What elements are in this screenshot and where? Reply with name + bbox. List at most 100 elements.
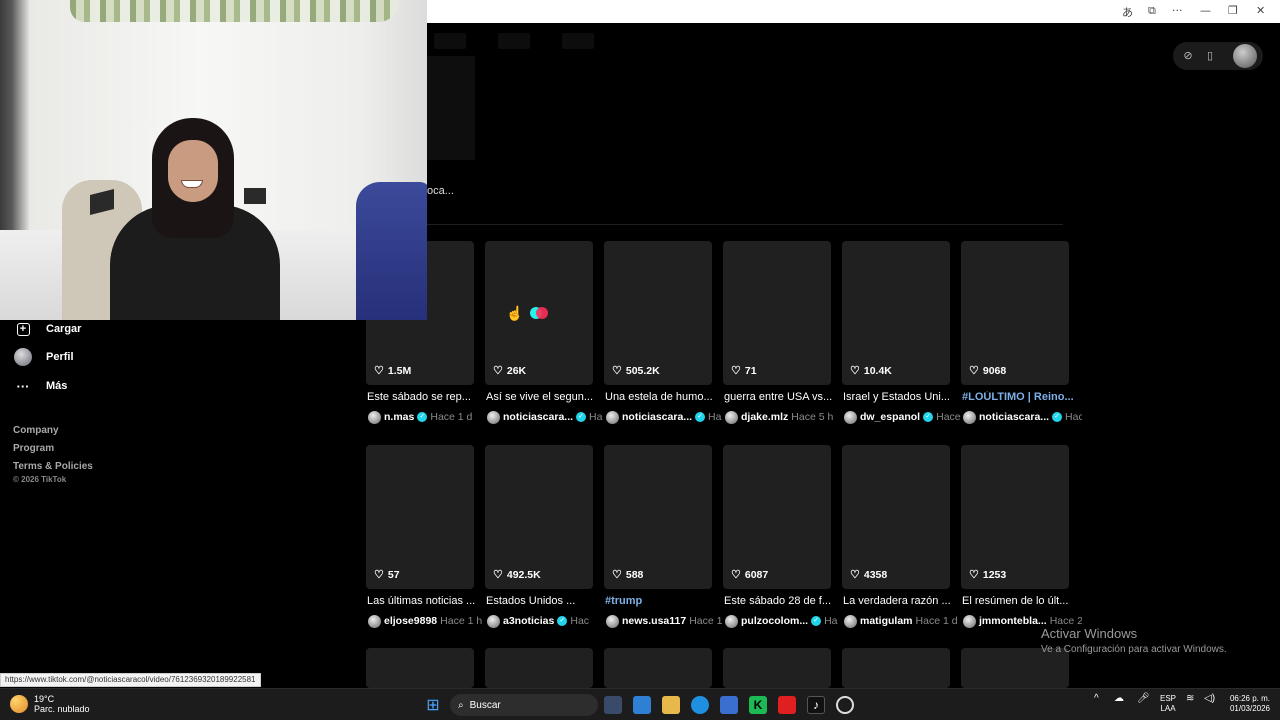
upload-icon: + xyxy=(14,320,32,338)
task-view-icon[interactable] xyxy=(604,696,622,714)
edge-browser-icon[interactable] xyxy=(691,696,709,714)
widgets-icon[interactable] xyxy=(633,696,651,714)
split-screen-icon[interactable]: ⧉ xyxy=(1148,4,1156,18)
maximize-button[interactable]: ❐ xyxy=(1228,4,1238,17)
video-description[interactable]: Una estela de humo... xyxy=(605,391,723,403)
minimize-button[interactable]: — xyxy=(1200,4,1211,17)
file-explorer-icon[interactable] xyxy=(662,696,680,714)
author-avatar xyxy=(844,614,857,628)
video-description[interactable]: La verdadera razón ... xyxy=(843,595,961,607)
verified-badge-icon: ✓ xyxy=(417,412,428,422)
video-likes: ♡ 1.5M xyxy=(374,364,411,378)
video-card[interactable]: ♡ 505.2K xyxy=(604,241,712,385)
video-author[interactable]: a3noticias ✓ Hac xyxy=(487,613,606,629)
likes-count: 10.4K xyxy=(863,364,892,377)
video-card[interactable]: ♡ 9068 xyxy=(961,241,1069,385)
video-card[interactable] xyxy=(485,648,593,688)
video-author[interactable]: noticiascara...✓Hace 1 h xyxy=(963,409,1082,425)
video-card[interactable] xyxy=(842,648,950,688)
verified-badge-icon: ✓ xyxy=(1052,412,1063,422)
post-time: Hace 5 h xyxy=(791,411,834,423)
video-app-icon[interactable] xyxy=(778,696,796,714)
video-description[interactable]: Israel y Estados Uni... xyxy=(843,391,961,403)
video-card[interactable]: ♡ 6087 xyxy=(723,445,831,589)
tiktok-app-icon[interactable]: ♪ xyxy=(807,696,825,714)
tab-placeholder[interactable] xyxy=(562,33,594,49)
clock[interactable]: 06:26 p. m. 01/03/2026 xyxy=(1222,694,1270,714)
video-card[interactable]: ♡ 10.4K xyxy=(842,241,950,385)
translate-icon[interactable]: あ xyxy=(1122,4,1133,20)
sidebar-item-mas[interactable]: ··· Más xyxy=(14,377,68,395)
likes-count: 505.2K xyxy=(625,364,660,377)
more-icon: ··· xyxy=(16,378,30,394)
video-author[interactable]: n.mas ✓ Hace 1 d xyxy=(368,409,487,425)
weather-widget[interactable]: 19°C Parc. nublado xyxy=(10,694,90,714)
author-avatar xyxy=(963,614,976,628)
video-author[interactable]: dw_espanol ✓ Hace xyxy=(844,409,963,425)
link-status-url: https://www.tiktok.com/@noticiascaracol/… xyxy=(0,673,261,687)
tab-placeholder[interactable] xyxy=(498,33,530,49)
footer-link-program[interactable]: Program xyxy=(13,440,93,458)
video-description[interactable]: Este sábado se rep... xyxy=(367,391,485,403)
footer-link-terms[interactable]: Terms & Policies xyxy=(13,458,93,476)
show-hidden-icons[interactable]: ^ xyxy=(1094,694,1099,704)
close-button[interactable]: ✕ xyxy=(1256,4,1265,17)
video-author[interactable]: noticiascara... ✓ Ha xyxy=(606,409,725,425)
video-description[interactable]: El resúmen de lo últ... xyxy=(962,595,1080,607)
cloud-icon[interactable]: ☁ xyxy=(1114,694,1124,704)
sidebar-item-perfil[interactable]: Perfil xyxy=(14,348,74,366)
more-options-icon[interactable]: ··· xyxy=(1172,4,1183,17)
video-description[interactable]: #trump xyxy=(605,595,723,607)
video-author[interactable]: djake.mlz Hace 5 h xyxy=(725,409,844,425)
post-time: Ha xyxy=(824,615,838,627)
video-author[interactable]: news.usa117 Hace 1 xyxy=(606,613,725,629)
video-card[interactable] xyxy=(723,648,831,688)
author-avatar xyxy=(725,614,738,628)
chrome-icon[interactable] xyxy=(836,696,854,714)
sidebar-item-label: Cargar xyxy=(46,323,82,335)
microphone-icon[interactable]: 🎤︎ xyxy=(1137,694,1150,704)
device-icon[interactable]: ▯ xyxy=(1203,49,1217,63)
store-icon[interactable] xyxy=(720,696,738,714)
heart-icon: ♡ xyxy=(612,365,622,377)
video-card[interactable] xyxy=(604,648,712,688)
wifi-icon[interactable]: ≋ xyxy=(1186,694,1194,704)
video-card[interactable]: ♡ 71 xyxy=(723,241,831,385)
video-description[interactable]: Estados Unidos ... xyxy=(486,595,604,607)
video-author[interactable]: pulzocolom... ✓ Ha xyxy=(725,613,844,629)
volume-icon[interactable]: ◁) xyxy=(1204,694,1215,704)
video-card[interactable]: ♡ 4358 xyxy=(842,445,950,589)
post-time: Hace 1 xyxy=(689,615,723,627)
video-card[interactable] xyxy=(366,648,474,688)
video-description[interactable]: guerra entre USA vs... xyxy=(724,391,842,403)
coin-icon[interactable]: ⊘ xyxy=(1181,49,1195,63)
video-description[interactable]: Las últimas noticias ... xyxy=(367,595,485,607)
video-card[interactable]: ♡ 588 xyxy=(604,445,712,589)
language-indicator[interactable]: ESP LAA xyxy=(1160,694,1176,714)
author-avatar xyxy=(606,614,619,628)
video-card[interactable]: ♡ 492.5K xyxy=(485,445,593,589)
sidebar-item-cargar[interactable]: + Cargar xyxy=(14,320,81,338)
windows-start-icon[interactable]: ⊞ xyxy=(424,696,442,714)
kick-icon[interactable]: K xyxy=(749,696,767,714)
taskbar-search[interactable]: ⌕ Buscar xyxy=(450,694,598,716)
heart-icon: ♡ xyxy=(969,365,979,377)
video-card[interactable]: ♡ 57 xyxy=(366,445,474,589)
activate-windows-watermark: Activar Windows Ve a Configuración para … xyxy=(1041,626,1227,655)
video-description[interactable]: #LOÚLTIMO | Reino... xyxy=(962,391,1080,403)
video-description[interactable]: Este sábado 28 de f... xyxy=(724,595,842,607)
verified-badge-icon: ✓ xyxy=(811,616,822,626)
video-author[interactable]: noticiascara... ✓ Ha xyxy=(487,409,606,425)
tab-placeholder[interactable] xyxy=(434,33,466,49)
video-card[interactable]: ♡ 1253 xyxy=(961,445,1069,589)
top-right-actions: ⊘ ▯ xyxy=(1173,42,1263,70)
footer-links: Company Program Terms & Policies xyxy=(13,422,93,476)
video-author[interactable]: matigulam Hace 1 d xyxy=(844,613,963,629)
tiktok-loading-icon xyxy=(530,307,550,319)
likes-count: 71 xyxy=(744,364,757,377)
user-avatar[interactable] xyxy=(1233,44,1257,68)
video-description[interactable]: Así se vive el segun... xyxy=(486,391,604,403)
video-author[interactable]: eljose9898 Hace 1 h xyxy=(368,613,487,629)
footer-link-company[interactable]: Company xyxy=(13,422,93,440)
video-likes: ♡ 9068 xyxy=(969,364,1006,378)
